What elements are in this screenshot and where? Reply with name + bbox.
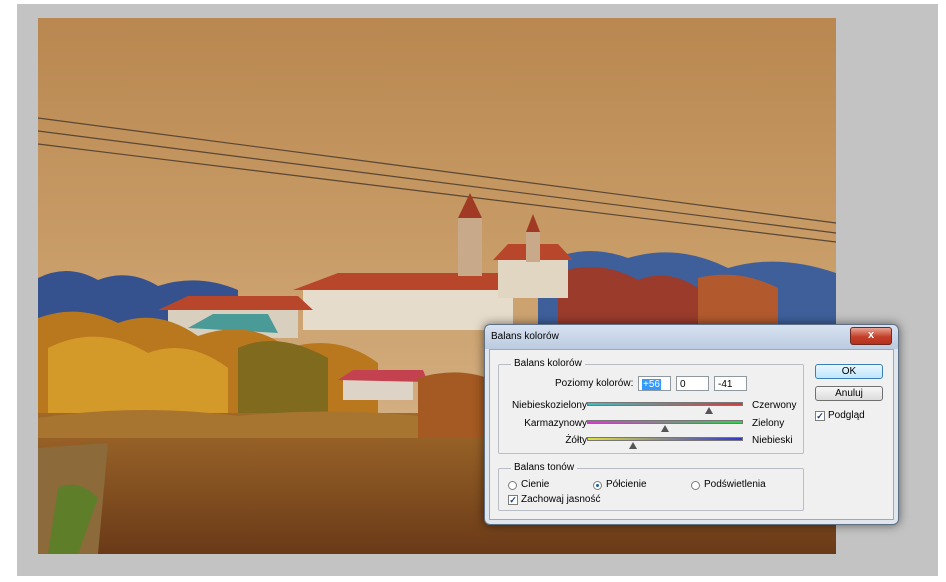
preview-label[interactable]: Podgląd (828, 410, 865, 421)
preserve-luminosity-checkbox[interactable]: ✓ (508, 495, 518, 505)
dialog-titlebar[interactable]: Balans kolorów x (485, 325, 898, 349)
tone-balance-group: Balans tonów Cienie Półcienie Podświetle… (498, 462, 804, 511)
slider-2-right-label: Zielony (752, 418, 785, 429)
cyan-red-slider[interactable] (587, 402, 743, 406)
ok-button[interactable]: OK (815, 364, 883, 379)
cyan-red-slider-thumb[interactable] (704, 407, 713, 414)
magenta-green-slider[interactable] (587, 420, 743, 424)
color-balance-group: Balans kolorów Poziomy kolorów: +56 0 -4… (498, 358, 804, 454)
radio-highlights-label[interactable]: Podświetlenia (704, 479, 766, 490)
color-balance-dialog: Balans kolorów x Balans kolorów Poziomy … (484, 324, 899, 525)
tone-balance-group-label: Balans tonów (511, 462, 578, 473)
magenta-green-slider-thumb[interactable] (661, 425, 669, 432)
color-levels-label: Poziomy kolorów: (555, 378, 634, 389)
level-cyan-red-field[interactable]: +56 (638, 376, 671, 391)
radio-midtones-label[interactable]: Półcienie (606, 479, 647, 490)
color-balance-group-label: Balans kolorów (511, 358, 585, 369)
cancel-button[interactable]: Anuluj (815, 386, 883, 401)
close-icon: x (867, 329, 875, 341)
dialog-title: Balans kolorów (491, 331, 559, 342)
yellow-blue-slider-thumb[interactable] (629, 442, 638, 449)
radio-highlights[interactable] (691, 481, 700, 490)
radio-midtones[interactable] (593, 481, 602, 490)
level-yellow-blue-field[interactable]: -41 (714, 376, 747, 391)
slider-1-right-label: Czerwony (752, 400, 797, 411)
close-button[interactable]: x (850, 327, 892, 345)
level-magenta-green-field[interactable]: 0 (676, 376, 709, 391)
slider-3-right-label: Niebieski (752, 435, 793, 446)
yellow-blue-slider[interactable] (587, 437, 743, 441)
radio-shadows[interactable] (508, 481, 517, 490)
dialog-client: Balans kolorów Poziomy kolorów: +56 0 -4… (489, 349, 894, 520)
radio-shadows-label[interactable]: Cienie (521, 479, 549, 490)
slider-3-left-label: Żółty (565, 435, 587, 446)
slider-2-left-label: Karmazynowy (524, 418, 587, 429)
preserve-luminosity-label[interactable]: Zachowaj jasność (521, 494, 600, 505)
preview-checkbox[interactable]: ✓ (815, 411, 825, 421)
slider-1-left-label: Niebieskozielony (511, 400, 587, 411)
